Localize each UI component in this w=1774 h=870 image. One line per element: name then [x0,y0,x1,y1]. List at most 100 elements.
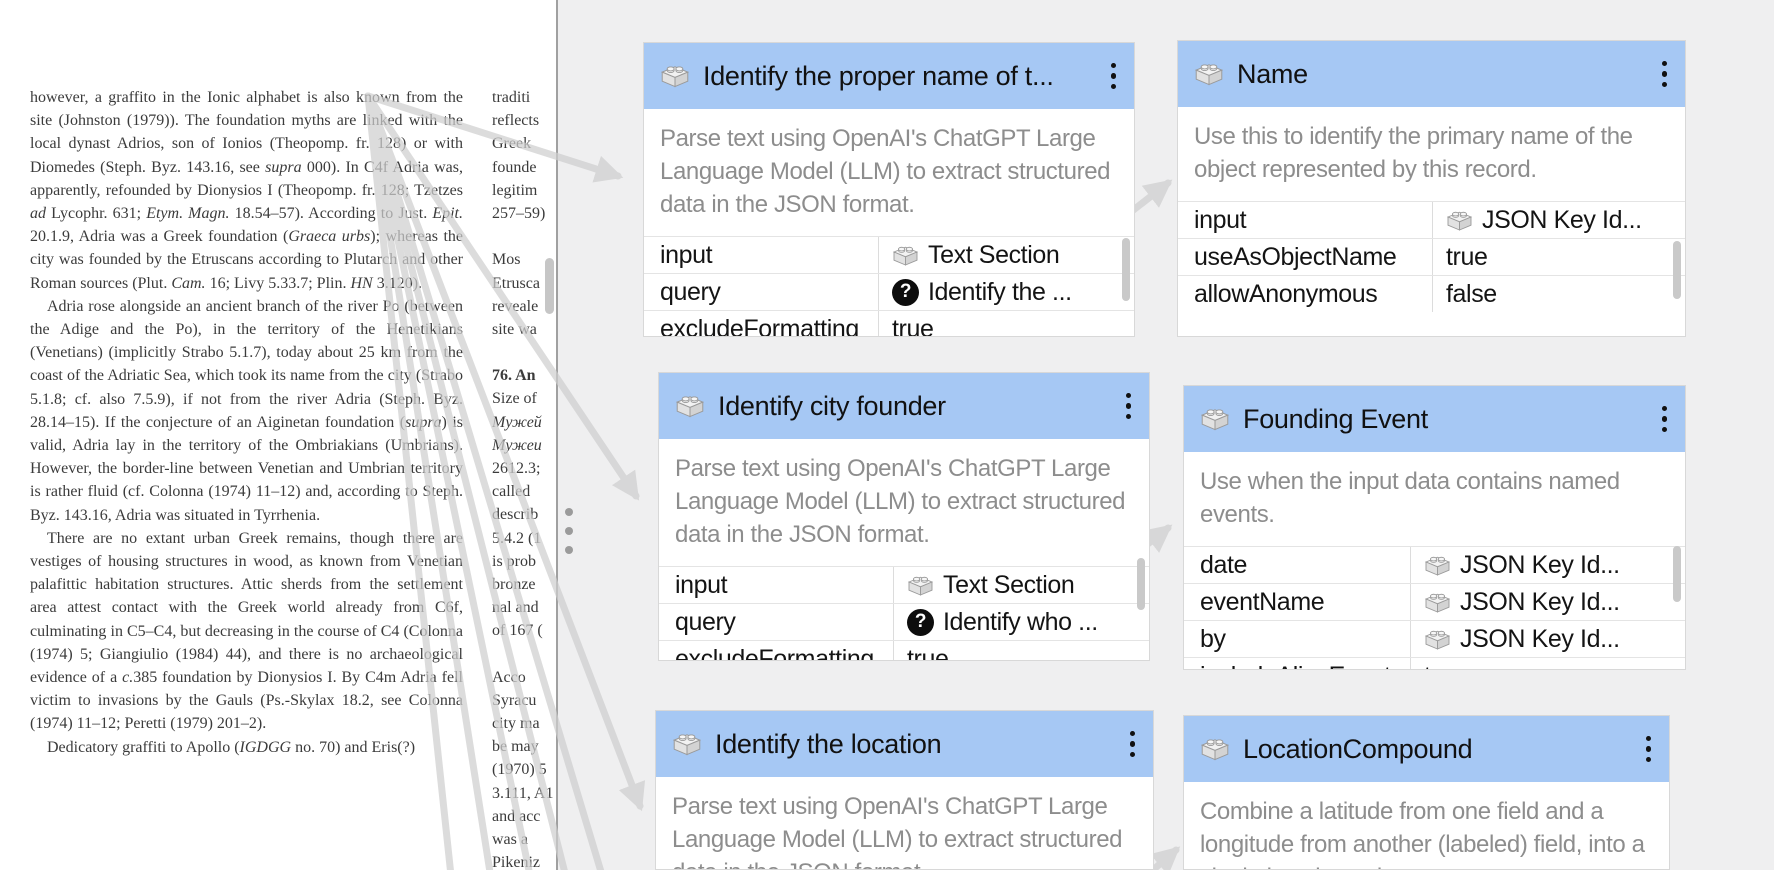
node-card-description: Combine a latitude from one field and a … [1200,798,1645,869]
document-line-fragment: (1970) 5 [492,761,547,779]
document-line-fragment: Мужеи [492,436,542,454]
property-key: input [659,567,894,603]
property-row[interactable]: date JSON Key Id... [1184,546,1685,583]
property-row[interactable]: input JSON Key Id... [1178,201,1685,238]
property-value: true [1433,239,1685,275]
property-value-text: Text Section [943,570,1075,599]
document-line-fragment: bronze [492,575,536,593]
document-line-fragment: 5.4.2 (1 [492,529,542,547]
property-row[interactable]: input Text Section [644,236,1134,273]
brick-icon [1424,553,1451,578]
node-card-identify-location[interactable]: Identify the location Parse text using O… [655,710,1154,870]
card-scrollbar-thumb[interactable] [1673,546,1681,602]
property-row[interactable]: includeAliasEvent true [1184,657,1685,670]
document-line-fragment: Мужей [492,413,542,431]
document-line-fragment: Pikeniz [492,854,540,870]
property-value: true [894,641,1149,661]
document-column-2: traditi reflects Greek founde legitim 257–59)… [492,86,556,870]
document-line-fragment: called [492,483,531,501]
property-row[interactable]: query? Identify the ... [644,273,1134,310]
node-card-identify-proper-name[interactable]: Identify the proper name of t... Parse t… [643,42,1135,337]
kebab-menu-button[interactable] [1660,57,1670,92]
node-card-header[interactable]: Identify the proper name of t... [644,43,1134,109]
card-scrollbar-thumb[interactable] [1122,238,1130,301]
kebab-menu-button[interactable] [1644,732,1654,767]
panel-divider[interactable] [556,0,558,870]
kebab-menu-button[interactable] [1660,402,1670,437]
document-line-fragment: Greek [492,135,532,153]
node-card-location-compound[interactable]: LocationCompound Combine a latitude from… [1183,715,1670,870]
property-value: ? Identify who ... [894,604,1149,640]
property-row[interactable]: excludeFormatting true [659,640,1149,661]
document-line-fragment: traditi [492,89,531,106]
card-scrollbar-thumb[interactable] [1137,558,1145,610]
property-value-text: JSON Key Id... [1460,550,1620,579]
document-line-fragment: Acco [492,668,526,686]
document-line-fragment [492,341,556,364]
property-value-text: Identify who ... [943,607,1098,636]
card-scrollbar-thumb[interactable] [1673,241,1681,299]
brick-icon [1200,405,1230,433]
property-row[interactable]: eventName JSON Key Id... [1184,583,1685,620]
document-panel[interactable]: however, a graffito in the Ionic alphabe… [0,0,556,870]
document-line-fragment: 76. An [492,367,536,385]
node-card-header[interactable]: Identify city founder [659,373,1149,439]
kebab-menu-button[interactable] [1109,59,1119,94]
node-card-header[interactable]: LocationCompound [1184,716,1669,782]
node-card-header[interactable]: Founding Event [1184,386,1685,452]
property-row[interactable]: allowAnonymous false [1178,275,1685,312]
property-row[interactable]: input Text Section [659,566,1149,603]
property-row[interactable]: query? Identify who ... [659,603,1149,640]
property-key: excludeFormatting [659,641,894,660]
brick-icon [892,243,919,268]
document-paragraph: There are no extant urban Greek remains,… [30,529,464,733]
property-row[interactable]: by JSON Key Id... [1184,620,1685,657]
property-value-text: true [1446,242,1488,271]
document-line-fragment: of 167 ( [492,622,543,640]
node-card-header[interactable]: Identify the location [656,711,1153,777]
property-key: query [644,274,879,310]
kebab-menu-button[interactable] [1124,389,1134,424]
property-row[interactable]: excludeFormatting true [644,310,1134,336]
document-line-fragment: city ma [492,715,540,733]
property-value-text: Identify the ... [928,277,1072,306]
property-key: input [1178,202,1433,238]
property-value: JSON Key Id... [1411,584,1685,620]
document-line-fragment: 2612.3; [492,460,541,477]
node-card-header[interactable]: Name [1178,41,1685,107]
node-card-title: Identify the proper name of t... [703,60,1054,91]
document-paragraph: Adria rose alongside an ancient branch o… [30,297,464,524]
document-column-1: however, a graffito in the Ionic alphabe… [30,86,463,759]
kebab-menu-button[interactable] [1128,727,1138,762]
property-key: eventName [1184,584,1411,620]
node-card-title: Identify the location [715,728,942,759]
node-card-name[interactable]: Name Use this to identify the primary na… [1177,40,1686,337]
question-icon: ? [907,608,934,636]
document-scrollbar-thumb[interactable] [545,258,554,314]
node-card-description: Use when the input data contains named e… [1200,468,1620,528]
question-icon: ? [892,278,919,306]
property-value-text: JSON Key Id... [1482,205,1642,234]
node-card-title: Identify city founder [718,390,946,421]
panel-resize-handle[interactable] [563,508,575,554]
app-window: however, a graffito in the Ionic alphabe… [0,0,1774,870]
property-value: Text Section [894,567,1149,603]
property-value-text: true [1424,662,1466,670]
property-value-text: JSON Key Id... [1460,624,1620,653]
node-card-description: Parse text using OpenAI's ChatGPT Large … [672,793,1123,869]
node-card-properties: input JSON Key Id... useAsObjectName true al… [1178,201,1685,312]
brick-icon [1446,208,1473,233]
node-card-properties: input Text Section query? Identify who ... e… [659,566,1149,661]
document-line-fragment: site wa [492,320,537,338]
property-value: ? Identify the ... [879,274,1134,310]
document-line-fragment: founde [492,158,537,176]
property-key: input [644,237,879,273]
property-value: JSON Key Id... [1411,621,1685,657]
node-card-founding-event[interactable]: Founding Event Use when the input data c… [1183,385,1686,670]
property-key: by [1184,621,1411,657]
brick-icon [907,573,934,598]
property-value: Text Section [879,237,1134,273]
node-card-identify-city-founder[interactable]: Identify city founder Parse text using O… [658,372,1150,661]
brick-icon [675,392,705,420]
property-row[interactable]: useAsObjectName true [1178,238,1685,275]
